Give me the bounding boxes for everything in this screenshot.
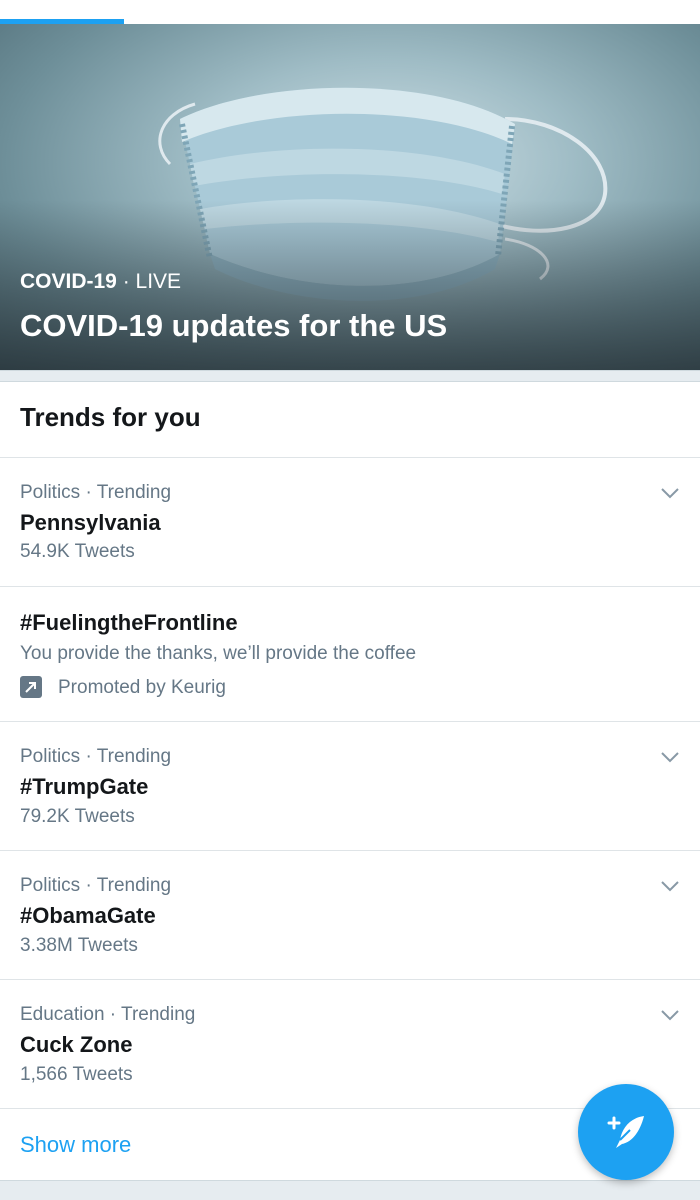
trend-meta: Politics · Trending [20,875,172,896]
trend-count: 54.9K Tweets [20,541,135,562]
trend-item[interactable]: Politics · Trending #ObamaGate 3.38M Twe… [0,851,700,979]
chevron-down-icon[interactable] [660,879,680,893]
hero-category: COVID-19 [20,270,117,293]
trend-count: 79.2K Tweets [20,806,135,827]
trend-count: 1,566 Tweets [20,1064,133,1085]
hero-status: LIVE [135,270,182,293]
hero-separator: · [116,270,136,293]
trends-section-title: Trends for you [20,402,201,432]
compose-tweet-icon [607,1116,644,1148]
chevron-down-icon[interactable] [660,486,680,500]
top-tab-bar [0,0,700,24]
chevron-down-icon[interactable] [660,750,680,764]
trend-name: #ObamaGate [20,903,156,928]
trend-meta: Politics · Trending [20,482,172,503]
trend-item[interactable]: Education · Trending Cuck Zone 1,566 Twe… [0,980,700,1108]
trend-meta: Politics · Trending [20,746,172,767]
trend-item[interactable]: Politics · Trending #TrumpGate 79.2K Twe… [0,722,700,850]
trend-meta: Education · Trending [20,1004,196,1025]
section-separator [0,1180,700,1200]
promoted-icon [20,676,42,698]
promoted-trend-item[interactable]: #FuelingtheFrontline You provide the tha… [0,587,700,721]
trend-name: #FuelingtheFrontline [20,610,238,635]
trend-item[interactable]: Politics · Trending Pennsylvania 54.9K T… [0,458,700,586]
trend-name: #TrumpGate [20,774,149,799]
covid-hero-card[interactable]: COVID-19 · LIVE COVID-19 updates for the… [0,24,700,370]
trend-name: Pennsylvania [20,510,161,535]
trend-description: You provide the thanks, we’ll provide th… [20,643,417,664]
trend-name: Cuck Zone [20,1032,133,1057]
compose-tweet-button[interactable] [578,1084,674,1180]
show-more-link[interactable]: Show more [20,1132,131,1158]
section-separator [0,370,700,382]
trend-count: 3.38M Tweets [20,935,138,956]
hero-kicker: COVID-19 · LIVE [20,270,181,294]
chevron-down-icon[interactable] [660,1008,680,1022]
hero-title: COVID-19 updates for the US [20,308,448,343]
promoted-by-label: Promoted by Keurig [58,677,226,698]
